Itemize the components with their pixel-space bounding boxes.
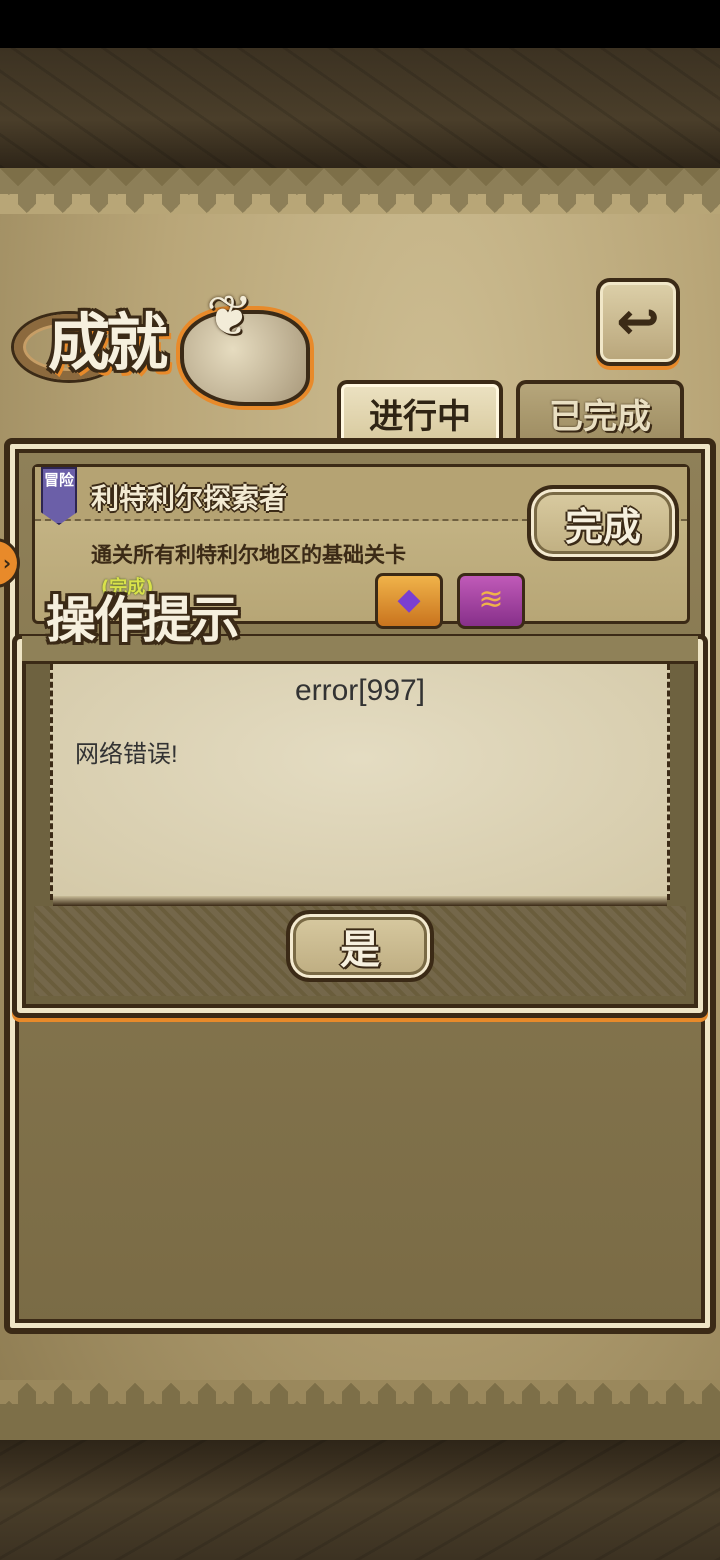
- wing-icon: ❦: [206, 284, 253, 349]
- achievement-description: 通关所有利特利尔地区的基础关卡: [91, 543, 406, 567]
- page-title: 成就: [48, 306, 168, 379]
- achievement-title-emblem: ❦ 成就: [10, 274, 310, 410]
- dialog-message: 网络错误!: [75, 741, 178, 768]
- tab-in-progress[interactable]: 进行中: [337, 380, 503, 442]
- top-zigzag-border: [0, 168, 720, 214]
- dialog-message-area: error[997] 网络错误!: [50, 664, 670, 906]
- top-map-background: [0, 48, 720, 168]
- back-button[interactable]: ↩: [596, 278, 680, 366]
- operation-tip-dialog: 操作提示 error[997] 网络错误! 是: [12, 590, 708, 1020]
- back-arrow-icon: ↩: [616, 292, 660, 352]
- claim-complete-button[interactable]: 完成: [527, 485, 679, 561]
- tab-completed[interactable]: 已完成: [516, 380, 684, 442]
- dialog-title: 操作提示: [46, 590, 240, 649]
- bottom-map-background: [0, 1440, 720, 1560]
- bottom-zigzag-border: [0, 1380, 720, 1442]
- dialog-error-code: error[997]: [294, 674, 426, 707]
- achievement-title: 利特利尔探索者: [91, 482, 288, 515]
- confirm-yes-button[interactable]: 是: [286, 910, 434, 982]
